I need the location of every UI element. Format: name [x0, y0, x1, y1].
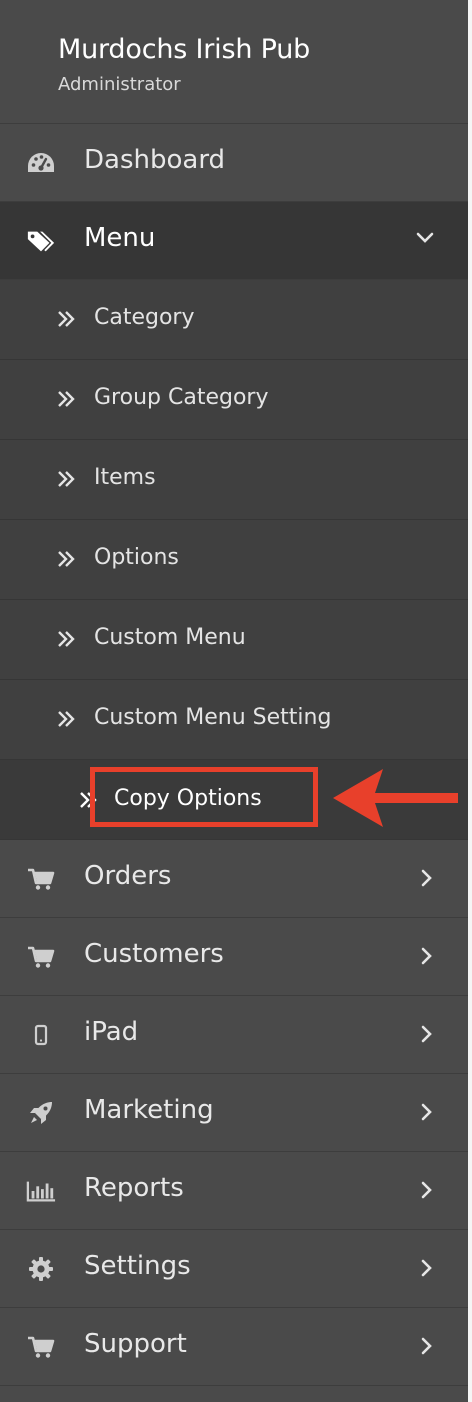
chevron-right-icon	[420, 1179, 434, 1201]
cart-icon	[26, 1333, 56, 1361]
menu-submenu: Category Group Category Items Options Cu…	[0, 280, 468, 840]
nav-label-marketing: Marketing	[84, 1095, 214, 1125]
user-role: Administrator	[58, 74, 181, 95]
chevron-right-icon	[420, 1257, 434, 1279]
nav-label-ipad: iPad	[84, 1017, 139, 1047]
nav-label-orders: Orders	[84, 861, 172, 891]
double-chevron-right-icon	[56, 710, 76, 728]
cart-icon	[26, 865, 56, 893]
submenu-item-custom-menu[interactable]: Custom Menu	[0, 600, 468, 680]
sidebar-header: Murdochs Irish Pub Administrator	[0, 0, 468, 124]
nav-item-reports[interactable]: Reports	[0, 1152, 468, 1230]
double-chevron-right-icon	[56, 310, 76, 328]
chevron-right-icon	[420, 1335, 434, 1357]
nav-item-orders[interactable]: Orders	[0, 840, 468, 918]
submenu-label: Items	[94, 465, 156, 490]
nav-item-customers[interactable]: Customers	[0, 918, 468, 996]
double-chevron-right-icon	[56, 470, 76, 488]
sidebar-nav: Murdochs Irish Pub Administrator Dashboa…	[0, 0, 468, 1402]
submenu-item-options[interactable]: Options	[0, 520, 468, 600]
nav-item-marketing[interactable]: Marketing	[0, 1074, 468, 1152]
cart-icon	[26, 943, 56, 971]
restaurant-name: Murdochs Irish Pub	[58, 34, 311, 65]
nav-label-reports: Reports	[84, 1173, 184, 1203]
rocket-icon	[26, 1099, 56, 1127]
nav-item-dashboard[interactable]: Dashboard	[0, 124, 468, 202]
nav-item-ipad[interactable]: iPad	[0, 996, 468, 1074]
double-chevron-right-icon	[56, 630, 76, 648]
mobile-device-icon	[26, 1021, 56, 1049]
submenu-label: Custom Menu	[94, 625, 246, 650]
dashboard-gauge-icon	[26, 149, 56, 177]
chevron-right-icon	[420, 945, 434, 967]
nav-item-support[interactable]: Support	[0, 1308, 468, 1386]
submenu-label: Options	[94, 545, 179, 570]
chevron-right-icon	[420, 1101, 434, 1123]
submenu-item-category[interactable]: Category	[0, 280, 468, 360]
chevron-down-icon	[416, 232, 434, 254]
nav-label-customers: Customers	[84, 939, 224, 969]
submenu-item-items[interactable]: Items	[0, 440, 468, 520]
annotation-arrow-icon	[333, 769, 461, 827]
submenu-label: Custom Menu Setting	[94, 705, 332, 730]
annotation-highlight-box	[90, 767, 318, 827]
submenu-label: Group Category	[94, 385, 269, 410]
chevron-right-icon	[420, 1023, 434, 1045]
tags-icon	[26, 227, 56, 255]
nav-label-settings: Settings	[84, 1251, 191, 1281]
submenu-item-group-category[interactable]: Group Category	[0, 360, 468, 440]
chevron-right-icon	[420, 867, 434, 889]
gear-icon	[26, 1255, 56, 1283]
submenu-item-copy-options[interactable]: Copy Options	[0, 760, 468, 840]
nav-item-menu[interactable]: Menu	[0, 202, 468, 280]
nav-item-settings[interactable]: Settings	[0, 1230, 468, 1308]
double-chevron-right-icon	[56, 550, 76, 568]
bar-chart-icon	[26, 1177, 56, 1205]
nav-label-dashboard: Dashboard	[84, 145, 226, 175]
submenu-label: Category	[94, 305, 195, 330]
page-edge	[468, 0, 472, 1402]
double-chevron-right-icon	[56, 390, 76, 408]
nav-label-support: Support	[84, 1329, 187, 1359]
submenu-item-custom-menu-setting[interactable]: Custom Menu Setting	[0, 680, 468, 760]
nav-label-menu: Menu	[84, 223, 156, 253]
